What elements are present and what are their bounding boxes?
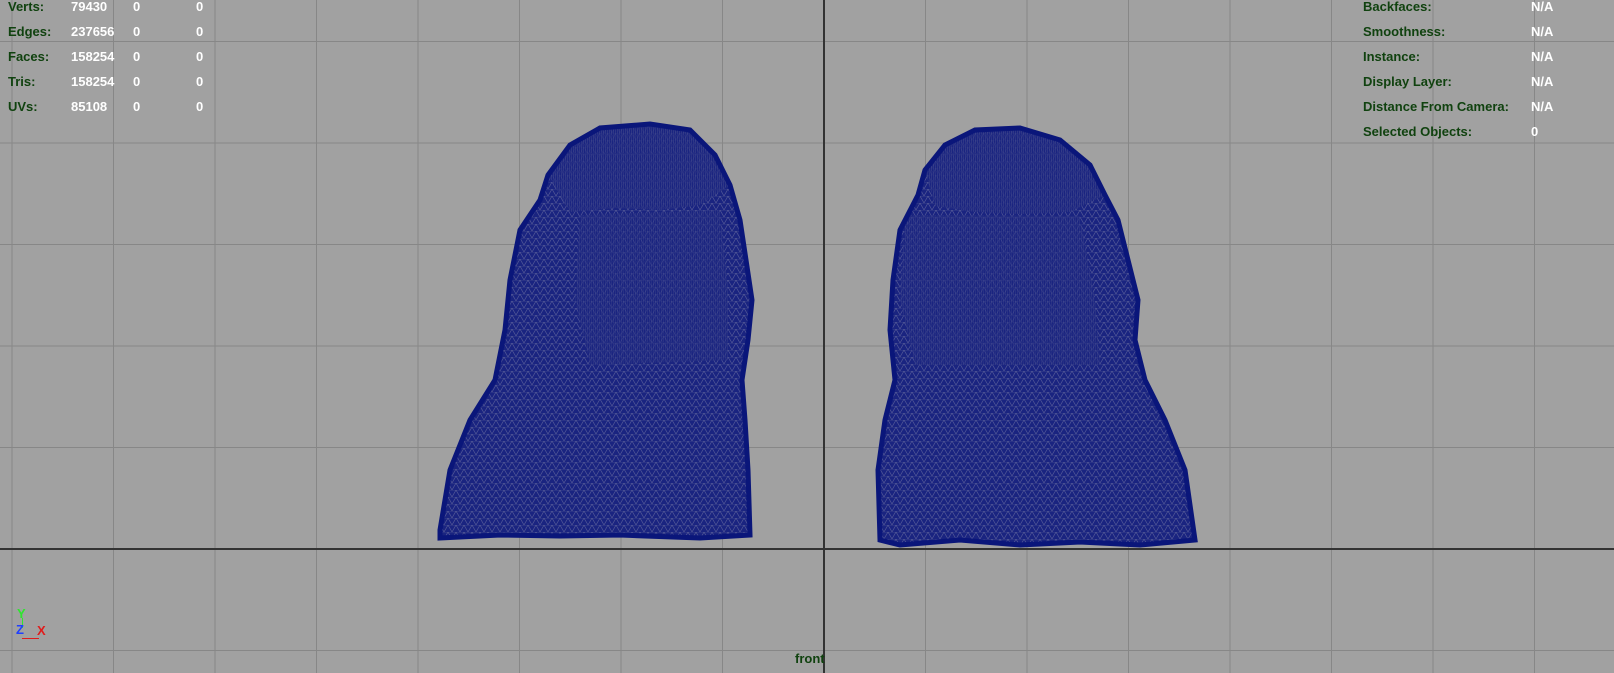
stat-label: UVs:	[8, 99, 38, 114]
stat-label: Tris:	[8, 74, 36, 89]
stat-component-value: 0	[196, 24, 204, 39]
viewport-front[interactable]: Verts: 79430 0 0 Edges: 237656 0 0 Faces: 158254 0…	[0, 0, 1614, 673]
detail-label: Distance From Camera:	[1363, 99, 1509, 114]
detail-value: 0	[1531, 124, 1539, 139]
detail-value: N/A	[1531, 24, 1554, 39]
detail-label: Selected Objects:	[1363, 124, 1473, 139]
detail-row: Display Layer: N/A	[1363, 69, 1613, 94]
object-details-hud: Backfaces: N/A Smoothness: N/A Instance: N/A D…	[1363, 0, 1613, 144]
detail-label: Display Layer:	[1363, 74, 1452, 89]
y-axis-icon: Y	[17, 606, 26, 621]
detail-label: Smoothness:	[1363, 24, 1446, 39]
right-shoe-tongue	[900, 215, 1100, 365]
stat-row: UVs: 85108 0 0	[8, 94, 228, 119]
detail-value: N/A	[1531, 49, 1554, 64]
detail-label: Instance:	[1363, 49, 1421, 64]
left-shoe-tongue	[575, 210, 728, 365]
left-shoe-collar	[548, 124, 730, 212]
poly-count-hud: Verts: 79430 0 0 Edges: 237656 0 0 Faces: 158254 0…	[8, 0, 228, 119]
stat-component-value: 0	[196, 99, 204, 114]
right-shoe-toe	[878, 412, 1195, 540]
detail-row: Backfaces: N/A	[1363, 0, 1613, 19]
stat-value: 237656	[71, 24, 115, 39]
detail-value: N/A	[1531, 99, 1554, 114]
stat-label: Faces:	[8, 49, 50, 64]
stat-label: Edges:	[8, 24, 52, 39]
stat-row: Verts: 79430 0 0	[8, 0, 228, 19]
stat-value: 79430	[71, 0, 108, 14]
stat-selected-value: 0	[133, 0, 141, 14]
stat-value: 158254	[71, 49, 115, 64]
stat-selected-value: 0	[133, 74, 141, 89]
detail-row: Instance: N/A	[1363, 44, 1613, 69]
detail-label: Backfaces:	[1363, 0, 1432, 14]
detail-row: Smoothness: N/A	[1363, 19, 1613, 44]
stat-value: 85108	[71, 99, 108, 114]
detail-row: Selected Objects: 0	[1363, 119, 1613, 144]
detail-value: N/A	[1531, 0, 1554, 14]
stat-row: Faces: 158254 0 0	[8, 44, 228, 69]
z-axis-icon: Z	[16, 622, 24, 637]
left-shoe-wireframe	[437, 121, 755, 541]
stat-selected-value: 0	[133, 99, 141, 114]
stat-value: 158254	[71, 74, 115, 89]
x-axis-line	[22, 638, 39, 639]
stat-component-value: 0	[196, 49, 204, 64]
stat-row: Tris: 158254 0 0	[8, 69, 228, 94]
detail-value: N/A	[1531, 74, 1554, 89]
stat-component-value: 0	[196, 0, 204, 14]
stat-selected-value: 0	[133, 49, 141, 64]
view-axis-gizmo: Y Z X	[14, 606, 54, 646]
stat-component-value: 0	[196, 74, 204, 89]
x-axis-icon: X	[37, 623, 46, 638]
stat-row: Edges: 237656 0 0	[8, 19, 228, 44]
stat-label: Verts:	[8, 0, 45, 14]
right-shoe-wireframe	[875, 125, 1198, 548]
stat-selected-value: 0	[133, 24, 141, 39]
detail-row: Distance From Camera: N/A	[1363, 94, 1613, 119]
camera-name-label: front	[795, 651, 825, 666]
